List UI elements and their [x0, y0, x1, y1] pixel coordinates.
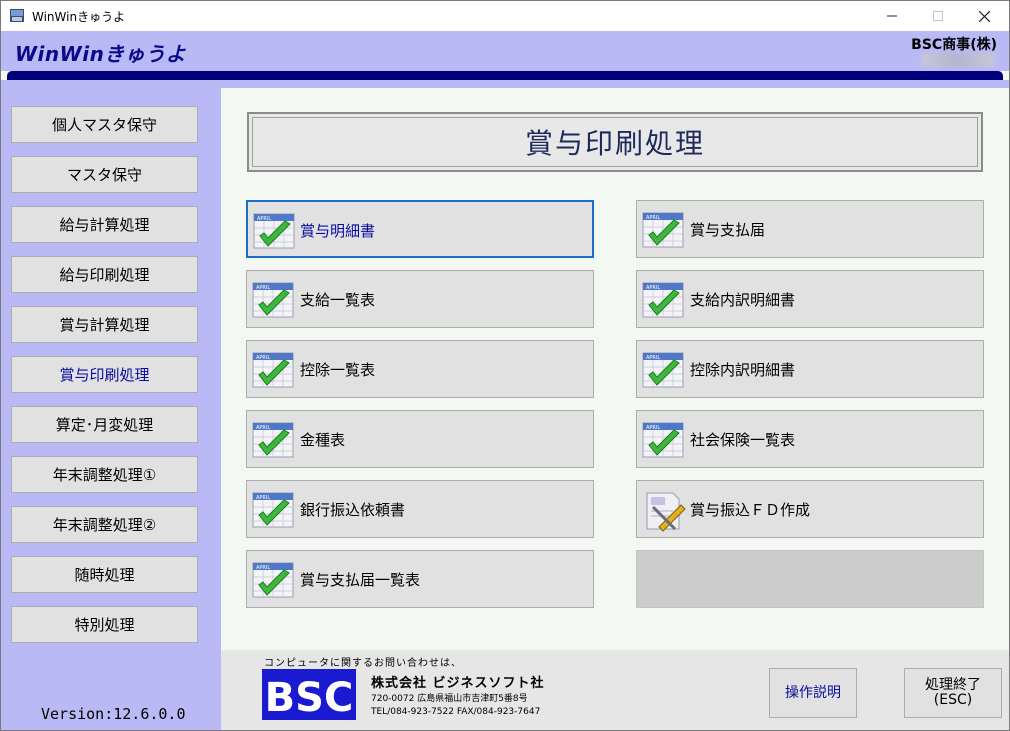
- sidebar-item-label: 算定･月変処理: [55, 416, 154, 434]
- button-label: 賞与振込ＦＤ作成: [690, 500, 811, 519]
- app-icon: [10, 9, 24, 22]
- minimize-icon: [887, 15, 897, 17]
- inquiry-text: コンピュータに関するお問い合わせは、: [264, 658, 462, 669]
- left-button-2[interactable]: APRIL 支給一覧表: [246, 270, 594, 328]
- calendar-check-icon: APRIL: [642, 422, 684, 458]
- button-label: 社会保険一覧表: [690, 430, 796, 449]
- sidebar-item-personal-master[interactable]: 個人マスタ保守: [11, 106, 198, 143]
- right-button-5[interactable]: 賞与振込ＦＤ作成: [636, 480, 984, 538]
- calendar-check-icon: APRIL: [642, 352, 684, 388]
- calendar-check-icon: APRIL: [642, 212, 684, 248]
- maximize-button[interactable]: [915, 1, 961, 31]
- redacted-user: [921, 53, 995, 67]
- main-panel: 賞与印刷処理 APRIL 賞与明細書 APRIL 支給一覧表 APRIL 控除一覧表 APR…: [221, 88, 1009, 650]
- sidebar: 個人マスタ保守 マスタ保守 給与計算処理 給与印刷処理 賞与計算処理 賞与印刷処…: [1, 88, 221, 730]
- empty-slot: [636, 550, 984, 608]
- sidebar-item-label: 年末調整処理②: [52, 516, 157, 534]
- calendar-check-icon: APRIL: [642, 282, 684, 318]
- sidebar-item-master[interactable]: マスタ保守: [11, 156, 198, 193]
- bsc-logo-text: BSC: [265, 675, 354, 720]
- footer: コンピュータに関するお問い合わせは、 BSC 株式会社 ビジネスソフト社 720…: [221, 650, 1009, 730]
- button-label: 控除内訳明細書: [690, 360, 796, 379]
- sidebar-item-adhoc[interactable]: 随時処理: [11, 556, 198, 593]
- button-label: 金種表: [300, 430, 346, 449]
- button-label: 支給内訳明細書: [690, 290, 796, 309]
- right-button-4[interactable]: APRIL 社会保険一覧表: [636, 410, 984, 468]
- header-divider: [7, 71, 1003, 80]
- button-label: 賞与支払届: [690, 220, 766, 239]
- help-button[interactable]: 操作説明: [769, 668, 857, 718]
- page-title: 賞与印刷処理: [252, 117, 978, 167]
- sidebar-item-year-end-2[interactable]: 年末調整処理②: [11, 506, 198, 543]
- button-label: 支給一覧表: [300, 290, 376, 309]
- maximize-icon: [933, 11, 943, 21]
- exit-button-shortcut: (ESC): [933, 692, 973, 708]
- calendar-check-icon: APRIL: [253, 213, 295, 249]
- button-label: 賞与支払届一覧表: [300, 570, 421, 589]
- right-button-3[interactable]: APRIL 控除内訳明細書: [636, 340, 984, 398]
- left-button-6[interactable]: APRIL 賞与支払届一覧表: [246, 550, 594, 608]
- vendor-tel: TEL/084-923-7522 FAX/084-923-7647: [371, 707, 541, 717]
- calendar-check-icon: APRIL: [252, 422, 294, 458]
- sidebar-item-label: 給与計算処理: [59, 216, 150, 234]
- sidebar-item-special[interactable]: 特別処理: [11, 606, 198, 643]
- app-logo: WinWinきゅうよ: [15, 42, 187, 66]
- help-button-label: 操作説明: [785, 684, 841, 701]
- sidebar-item-label: 賞与計算処理: [59, 316, 150, 334]
- right-button-1[interactable]: APRIL 賞与支払届: [636, 200, 984, 258]
- button-label: 銀行振込依頼書: [300, 500, 406, 519]
- button-label: 控除一覧表: [300, 360, 376, 379]
- sidebar-item-salary-print[interactable]: 給与印刷処理: [11, 256, 198, 293]
- title-bar: WinWinきゅうよ: [1, 1, 1009, 31]
- header-band: WinWinきゅうよ BSC商事(株): [1, 31, 1009, 71]
- right-button-2[interactable]: APRIL 支給内訳明細書: [636, 270, 984, 328]
- header-band-lower: [1, 80, 1009, 88]
- sidebar-item-label: 年末調整処理①: [52, 466, 157, 484]
- calendar-check-icon: APRIL: [252, 492, 294, 528]
- exit-button-label: 処理終了: [925, 677, 981, 693]
- exit-button[interactable]: 処理終了 (ESC): [904, 668, 1002, 718]
- sidebar-item-bonus-print[interactable]: 賞与印刷処理: [11, 356, 198, 393]
- sidebar-item-label: マスタ保守: [66, 166, 142, 184]
- sidebar-item-bonus-calc[interactable]: 賞与計算処理: [11, 306, 198, 343]
- page-title-box: 賞与印刷処理: [247, 112, 983, 172]
- sidebar-item-label: 特別処理: [74, 616, 135, 634]
- sidebar-item-label: 個人マスタ保守: [51, 116, 157, 134]
- disk-tools-icon: [646, 492, 686, 532]
- bsc-logo: BSC: [262, 669, 356, 720]
- left-button-3[interactable]: APRIL 控除一覧表: [246, 340, 594, 398]
- close-button[interactable]: [961, 1, 1007, 31]
- sidebar-item-salary-calc[interactable]: 給与計算処理: [11, 206, 198, 243]
- left-button-1[interactable]: APRIL 賞与明細書: [246, 200, 594, 258]
- sidebar-item-label: 賞与印刷処理: [59, 366, 150, 384]
- sidebar-item-santei[interactable]: 算定･月変処理: [11, 406, 198, 443]
- vendor-name: 株式会社 ビジネスソフト社: [371, 676, 545, 691]
- left-button-5[interactable]: APRIL 銀行振込依頼書: [246, 480, 594, 538]
- vendor-address: 720-0072 広島県福山市吉津町5番8号: [371, 694, 528, 704]
- sidebar-item-year-end-1[interactable]: 年末調整処理①: [11, 456, 198, 493]
- calendar-check-icon: APRIL: [252, 352, 294, 388]
- app-window: WinWinきゅうよ WinWinきゅうよ BSC商事(株) 個人マスタ保守 マ…: [0, 0, 1010, 731]
- sidebar-item-label: 給与印刷処理: [59, 266, 150, 284]
- sidebar-item-label: 随時処理: [74, 566, 135, 584]
- calendar-check-icon: APRIL: [252, 282, 294, 318]
- calendar-check-icon: APRIL: [252, 562, 294, 598]
- left-button-4[interactable]: APRIL 金種表: [246, 410, 594, 468]
- button-label: 賞与明細書: [300, 221, 376, 240]
- close-icon: [978, 10, 990, 22]
- company-name: BSC商事(株): [911, 37, 997, 53]
- window-title: WinWinきゅうよ: [32, 10, 126, 24]
- minimize-button[interactable]: [869, 1, 915, 31]
- version-label: Version:12.6.0.0: [41, 705, 186, 723]
